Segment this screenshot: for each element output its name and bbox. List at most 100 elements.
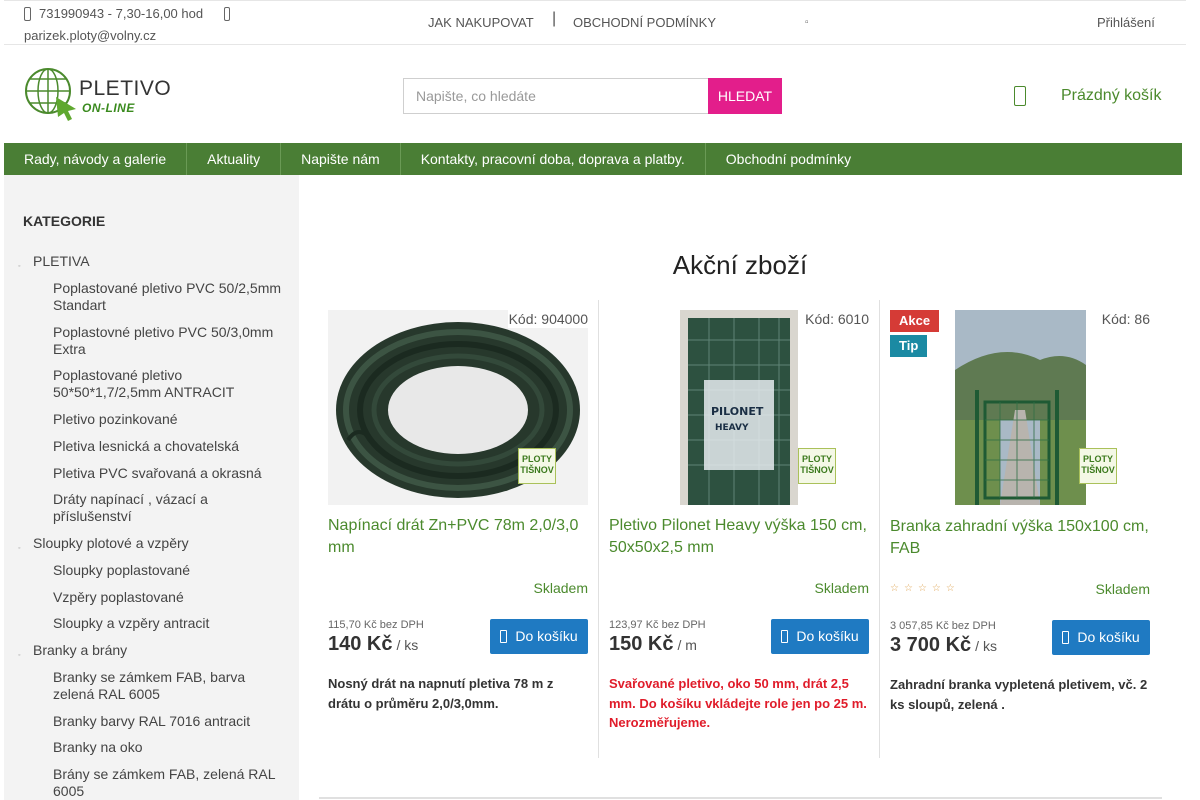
add-to-cart-button[interactable]: Do košíku: [771, 619, 869, 654]
bullet-icon: ◦: [18, 263, 21, 270]
category-label: Branky a brány: [33, 642, 128, 658]
category-label: Sloupky plotové a vzpěry: [33, 535, 189, 551]
nav-item-obchodni-podminky[interactable]: Obchodní podmínky: [706, 143, 871, 175]
subcategory-item[interactable]: Poplastovné pletivo PVC 50/3,0mm Extra: [53, 324, 288, 358]
page-title: Akční zboží: [672, 250, 808, 280]
product-name-link[interactable]: Napínací drát Zn+PVC 78m 2,0/3,0 mm: [328, 515, 588, 559]
stock-status: Skladem: [1095, 581, 1150, 597]
subcategory-item[interactable]: Branky se zámkem FAB, barva zelená RAL 6…: [53, 669, 288, 703]
category-sidebar: KATEGORIE ◦ PLETIVA Poplastované pletivo …: [4, 175, 299, 800]
cart-bag-icon: [1062, 631, 1070, 644]
phone-text: 731990943 - 7,30-16,00 hod: [39, 6, 204, 21]
price-unit: / ks: [396, 637, 419, 653]
price-unit: / m: [677, 637, 697, 653]
phone-contact: 731990943 - 7,30-16,00 hod: [24, 6, 203, 21]
product-code: Kód: 6010: [805, 311, 869, 327]
product-card: PLOTY TIŠNOV Kód: 904000 Napínací drát Zn…: [328, 300, 588, 758]
product-card: PILONET HEAVY PLOTY TIŠNOV Kód: 6010 Plet…: [609, 300, 869, 758]
watermark-logo: PLOTY TIŠNOV: [1079, 448, 1117, 484]
product-name-link[interactable]: Pletivo Pilonet Heavy výška 150 cm, 50x5…: [609, 515, 869, 559]
logo-text: PLETIVO: [79, 77, 172, 100]
price-value: 150 Kč: [609, 633, 674, 655]
subcategory-item[interactable]: Poplastované pletivo PVC 50/2,5mm Standa…: [53, 280, 288, 314]
nav-item-rady[interactable]: Rady, návody a galerie: [4, 143, 188, 175]
product-name-link[interactable]: Branka zahradní výška 150x100 cm, FAB: [890, 516, 1150, 560]
product-image[interactable]: PILONET HEAVY PLOTY TIŠNOV: [609, 310, 869, 505]
subcategory-item[interactable]: Poplastované pletivo 50*50*1,7/2,5mm ANT…: [53, 367, 288, 401]
subcategory-item[interactable]: Brány se zámkem FAB, zelená RAL 6005: [53, 766, 288, 800]
price-value: 3 700 Kč: [890, 634, 972, 656]
nav-item-aktuality[interactable]: Aktuality: [187, 143, 282, 175]
bullet-icon: ◦: [18, 545, 21, 552]
price-without-vat: 123,97 Kč bez DPH: [609, 619, 706, 631]
cart-bag-icon: [500, 630, 508, 643]
top-bar: 731990943 - 7,30-16,00 hod parizek.ploty…: [4, 0, 1186, 45]
stock-status: Skladem: [814, 580, 869, 596]
search-bar: HLEDAT: [403, 78, 782, 114]
top-nav-separator: |: [552, 10, 557, 27]
subcategory-item[interactable]: Dráty napínací , vázací a příslušenství: [53, 491, 288, 525]
category-pletiva[interactable]: ◦ PLETIVA: [18, 253, 90, 270]
star-icon: ☆: [931, 583, 946, 594]
subcategory-item[interactable]: Vzpěry poplastované: [53, 589, 288, 606]
logo-subtext: ON-LINE: [82, 101, 135, 115]
product-card: PLOTY TIŠNOV Akce Tip Kód: 86 Branka zahr…: [890, 300, 1150, 758]
phone-icon: [24, 6, 31, 21]
price-without-vat: 3 057,85 Kč bez DPH: [890, 620, 996, 632]
product-price: 150 Kč / m: [609, 633, 697, 656]
subcategory-item[interactable]: Sloupky a vzpěry antracit: [53, 615, 288, 632]
cart-link[interactable]: Prázdný košík: [1061, 87, 1161, 105]
subcategory-item[interactable]: Sloupky poplastované: [53, 562, 288, 579]
watermark-logo: PLOTY TIŠNOV: [798, 448, 836, 484]
column-divider: [598, 300, 599, 758]
add-to-cart-button[interactable]: Do košíku: [1052, 620, 1150, 655]
cart-icon[interactable]: [1014, 86, 1026, 106]
badge-tip: Tip: [890, 335, 928, 357]
stock-status: Skladem: [533, 580, 588, 596]
product-price: 140 Kč / ks: [328, 633, 418, 656]
link-obchodni-podminky[interactable]: OBCHODNÍ PODMÍNKY: [573, 15, 716, 30]
mail-icon: [224, 7, 230, 21]
logo[interactable]: PLETIVO ON-LINE: [24, 65, 172, 123]
login-link[interactable]: Přihlášení: [1097, 15, 1155, 30]
globe-logo-icon: [25, 68, 76, 121]
svg-text:HEAVY: HEAVY: [715, 423, 749, 433]
product-description: Svařované pletivo, oko 50 mm, drát 2,5 m…: [609, 676, 867, 730]
nav-item-kontakty[interactable]: Kontakty, pracovní doba, doprava a platb…: [401, 143, 706, 175]
email-link[interactable]: parizek.ploty@volny.cz: [24, 28, 156, 43]
badge-akce: Akce: [890, 310, 940, 332]
button-label: Do košíku: [796, 628, 859, 644]
sidebar-title: KATEGORIE: [23, 213, 106, 229]
bullet-icon: ◦: [18, 652, 21, 659]
main-navigation: Rady, návody a galerie Aktuality Napište…: [4, 143, 1182, 175]
price-unit: / ks: [975, 638, 997, 654]
subcategory-item[interactable]: Pletiva PVC svařovaná a okrasná: [53, 465, 288, 482]
link-jak-nakupovat[interactable]: JAK NAKUPOVAT: [428, 15, 534, 30]
content-divider: [319, 797, 1162, 799]
subcategory-item[interactable]: Branky na oko: [53, 739, 288, 756]
price-without-vat: 115,70 Kč bez DPH: [328, 619, 424, 631]
star-icon: ☆: [903, 583, 918, 594]
product-image[interactable]: PLOTY TIŠNOV: [890, 310, 1150, 505]
search-input[interactable]: [403, 78, 708, 114]
search-button[interactable]: HLEDAT: [708, 78, 782, 114]
watermark-logo: PLOTY TIŠNOV: [518, 448, 556, 484]
subcategory-item[interactable]: Pletivo pozinkované: [53, 411, 288, 428]
subcategory-item[interactable]: Branky barvy RAL 7016 antracit: [53, 713, 288, 730]
rating-stars[interactable]: ☆☆☆☆☆: [890, 583, 960, 594]
cart-bag-icon: [781, 630, 789, 643]
product-image[interactable]: PLOTY TIŠNOV: [328, 310, 588, 505]
product-description: Zahradní branka vypletená pletivem, vč. …: [890, 677, 1148, 712]
product-description: Nosný drát na napnutí pletiva 78 m z drá…: [328, 676, 554, 711]
product-price: 3 700 Kč / ks: [890, 634, 997, 657]
menu-icon[interactable]: ▫: [805, 17, 809, 28]
button-label: Do košíku: [515, 628, 578, 644]
category-sloupky[interactable]: ◦ Sloupky plotové a vzpěry: [18, 535, 189, 552]
column-divider: [879, 300, 880, 758]
subcategory-item[interactable]: Pletiva lesnická a chovatelská: [53, 438, 288, 455]
add-to-cart-button[interactable]: Do košíku: [490, 619, 588, 654]
nav-item-napiste-nam[interactable]: Napište nám: [281, 143, 401, 175]
category-branky[interactable]: ◦ Branky a brány: [18, 642, 128, 659]
button-label: Do košíku: [1077, 629, 1140, 645]
product-code: Kód: 86: [1101, 311, 1150, 327]
